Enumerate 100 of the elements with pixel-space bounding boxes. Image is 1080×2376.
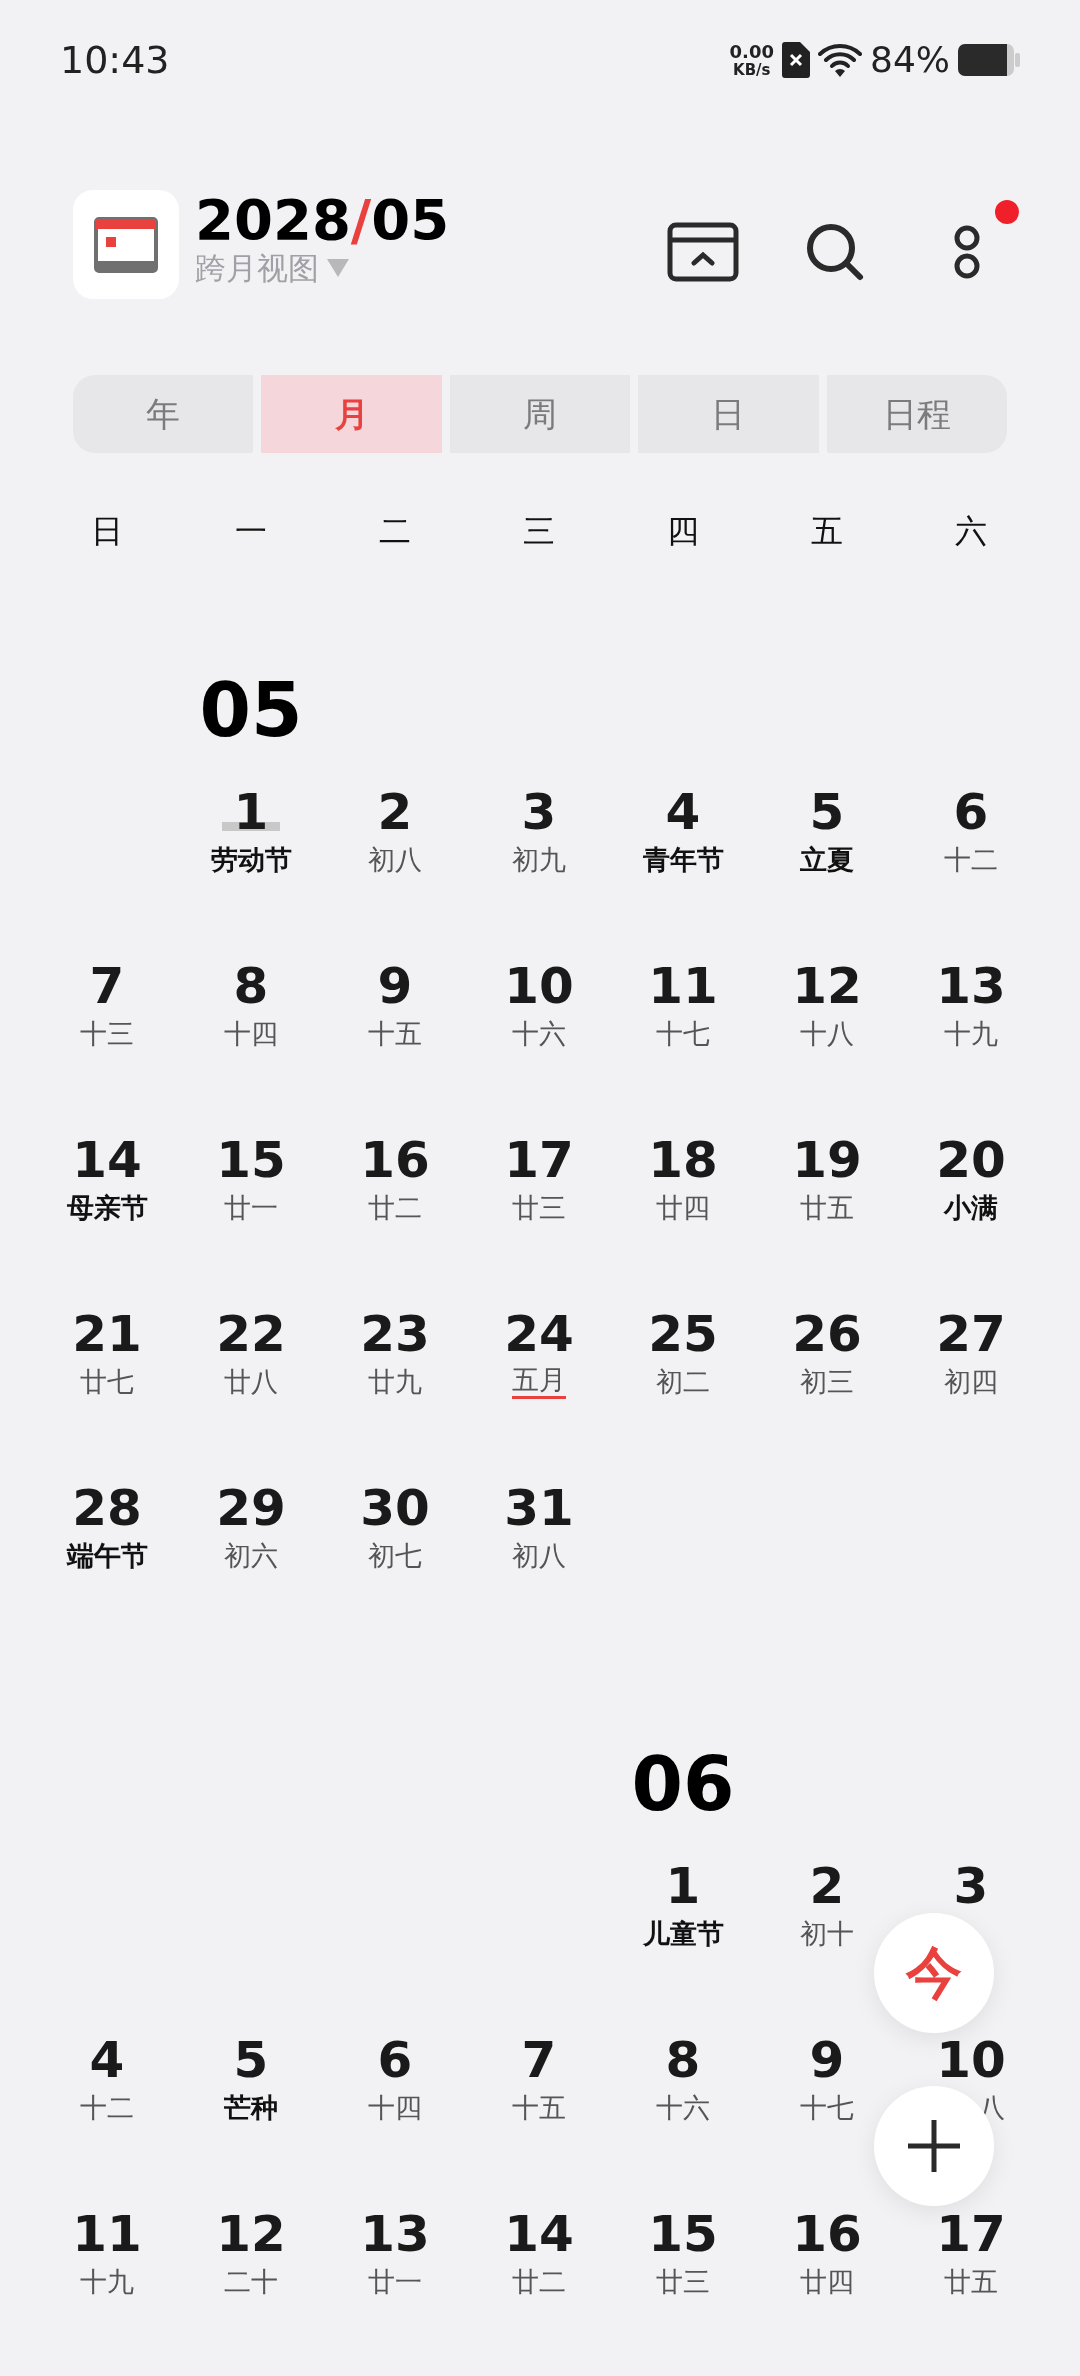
day-number[interactable]: 28 — [72, 1483, 142, 1533]
battery-icon — [958, 42, 1020, 78]
network-speed-unit: KB/s — [733, 62, 771, 78]
day-number[interactable]: 19 — [792, 1135, 862, 1185]
day-number[interactable]: 4 — [665, 787, 701, 837]
lunar-date: 廿二 — [512, 2265, 566, 2299]
lunar-date: 十八 — [800, 1017, 854, 1051]
collapse-panel-icon — [667, 222, 739, 282]
day-number[interactable]: 9 — [809, 2035, 845, 2085]
day-number[interactable]: 18 — [648, 1135, 718, 1185]
day-number[interactable]: 8 — [665, 2035, 701, 2085]
lunar-date: 廿三 — [656, 2265, 710, 2299]
lunar-date: 十五 — [368, 1017, 422, 1051]
lunar-date: 初七 — [368, 1539, 422, 1573]
weekday-label: 一 — [234, 511, 268, 552]
day-number[interactable]: 10 — [504, 961, 574, 1011]
lunar-date: 廿五 — [944, 2265, 998, 2299]
day-number[interactable]: 11 — [72, 2209, 142, 2259]
lunar-date: 二十 — [224, 2265, 278, 2299]
day-number[interactable]: 17 — [936, 2209, 1006, 2259]
lunar-date: 十六 — [656, 2091, 710, 2125]
day-number[interactable]: 7 — [89, 961, 125, 1011]
lunar-date: 十九 — [80, 2265, 134, 2299]
day-number[interactable]: 1 — [665, 1861, 701, 1911]
day-number[interactable]: 26 — [792, 1309, 862, 1359]
battery-percent: 84% — [870, 38, 950, 82]
day-number[interactable]: 13 — [936, 961, 1006, 1011]
lunar-date: 十五 — [512, 2091, 566, 2125]
holiday-label: 立夏 — [800, 843, 854, 877]
holiday-label: 母亲节 — [66, 1191, 148, 1225]
lunar-date: 十四 — [224, 1017, 278, 1051]
day-number[interactable]: 6 — [377, 2035, 413, 2085]
plus-icon — [906, 2118, 962, 2174]
weekday-label: 六 — [954, 511, 988, 552]
day-number[interactable]: 31 — [504, 1483, 574, 1533]
wifi-icon — [818, 42, 862, 78]
dropdown-triangle-icon — [327, 259, 349, 278]
day-number[interactable]: 21 — [72, 1309, 142, 1359]
lunar-date: 初二 — [656, 1365, 710, 1399]
month-label: 06 — [630, 1740, 736, 1829]
day-number[interactable]: 16 — [360, 1135, 430, 1185]
day-number[interactable]: 3 — [953, 1861, 989, 1911]
day-number[interactable]: 15 — [648, 2209, 718, 2259]
day-number[interactable]: 5 — [809, 787, 845, 837]
lunar-date: 初四 — [944, 1365, 998, 1399]
day-number[interactable]: 2 — [377, 787, 413, 837]
day-number[interactable]: 14 — [72, 1135, 142, 1185]
day-number[interactable]: 2 — [809, 1861, 845, 1911]
holiday-label: 端午节 — [66, 1539, 148, 1573]
lunar-date: 廿二 — [368, 1191, 422, 1225]
day-number[interactable]: 4 — [89, 2035, 125, 2085]
lunar-date: 十四 — [368, 2091, 422, 2125]
weekday-label: 二 — [378, 511, 412, 552]
lunar-date: 廿三 — [512, 1191, 566, 1225]
day-number[interactable]: 22 — [216, 1309, 286, 1359]
sim-card-icon — [782, 42, 810, 78]
day-number[interactable]: 13 — [360, 2209, 430, 2259]
today-button[interactable]: 今 — [874, 1913, 994, 2033]
lunar-date: 廿七 — [80, 1365, 134, 1399]
lunar-date: 廿四 — [800, 2265, 854, 2299]
day-number[interactable]: 30 — [360, 1483, 430, 1533]
day-number[interactable]: 8 — [233, 961, 269, 1011]
day-number[interactable]: 23 — [360, 1309, 430, 1359]
lunar-date: 十七 — [656, 1017, 710, 1051]
lunar-date: 五月 — [512, 1364, 566, 1399]
status-time: 10:43 — [60, 36, 170, 84]
lunar-date: 十七 — [800, 2091, 854, 2125]
lunar-date: 初十 — [800, 1917, 854, 1951]
weekday-label: 四 — [666, 511, 700, 552]
lunar-date: 廿一 — [368, 2265, 422, 2299]
day-number[interactable]: 15 — [216, 1135, 286, 1185]
lunar-date: 廿四 — [656, 1191, 710, 1225]
month-label: 05 — [198, 666, 304, 755]
day-number[interactable]: 5 — [233, 2035, 269, 2085]
day-number[interactable]: 27 — [936, 1309, 1006, 1359]
day-number[interactable]: 12 — [792, 961, 862, 1011]
weekday-label: 三 — [522, 511, 556, 552]
day-number[interactable]: 14 — [504, 2209, 574, 2259]
day-number[interactable]: 11 — [648, 961, 718, 1011]
day-number[interactable]: 3 — [521, 787, 557, 837]
lunar-date: 十三 — [80, 1017, 134, 1051]
holiday-label: 小满 — [944, 1191, 998, 1225]
day-number[interactable]: 17 — [504, 1135, 574, 1185]
day-number[interactable]: 10 — [936, 2035, 1006, 2085]
holiday-label: 青年节 — [642, 843, 724, 877]
lunar-date: 廿五 — [800, 1191, 854, 1225]
day-number[interactable]: 24 — [504, 1309, 574, 1359]
day-number[interactable]: 7 — [521, 2035, 557, 2085]
day-number[interactable]: 6 — [953, 787, 989, 837]
day-number[interactable]: 9 — [377, 961, 413, 1011]
lunar-date: 初九 — [512, 843, 566, 877]
lunar-date: 廿一 — [224, 1191, 278, 1225]
day-number[interactable]: 20 — [936, 1135, 1006, 1185]
holiday-label: 儿童节 — [642, 1917, 724, 1951]
day-number[interactable]: 25 — [648, 1309, 718, 1359]
day-number[interactable]: 29 — [216, 1483, 286, 1533]
lunar-date: 十二 — [80, 2091, 134, 2125]
day-number[interactable]: 12 — [216, 2209, 286, 2259]
day-number[interactable]: 16 — [792, 2209, 862, 2259]
holiday-label: 芒种 — [224, 2091, 278, 2125]
